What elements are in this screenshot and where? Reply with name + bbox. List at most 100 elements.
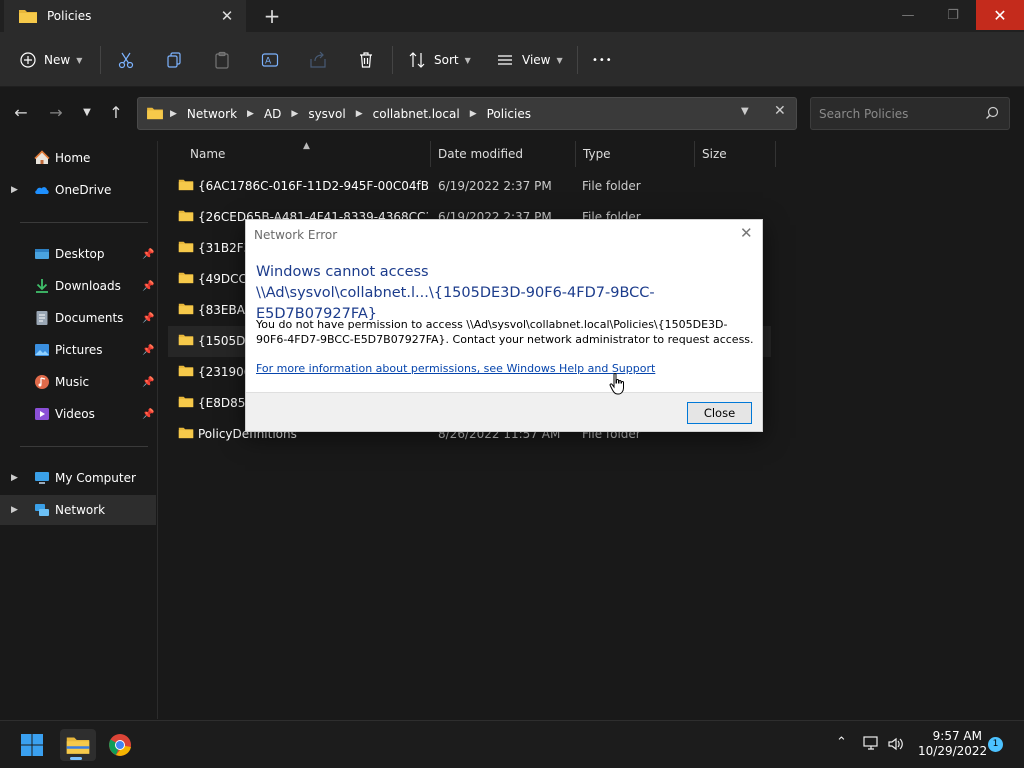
forward-button[interactable]: →	[45, 102, 67, 124]
chevron-down-icon: ▼	[76, 55, 83, 65]
sidebar-item-desktop[interactable]: Desktop 📌	[0, 239, 156, 269]
sidebar-item-pictures[interactable]: Pictures 📌	[0, 335, 156, 365]
new-tab-button[interactable]: +	[262, 6, 282, 26]
sidebar-item-label: Desktop	[55, 247, 105, 261]
tab-title: Policies	[47, 9, 92, 23]
sidebar-item-label: Downloads	[55, 279, 121, 293]
tab-policies[interactable]: Policies ✕	[4, 0, 246, 32]
pin-icon: 📌	[142, 408, 155, 420]
search-box[interactable]	[810, 97, 1010, 130]
file-explorer-taskbar-button[interactable]	[60, 729, 96, 761]
breadcrumb-policies[interactable]: Policies	[487, 107, 531, 121]
column-header-date[interactable]: Date modified	[432, 141, 576, 167]
sort-label: Sort	[434, 53, 459, 67]
breadcrumb-network[interactable]: Network	[187, 107, 237, 121]
chevron-down-icon: ▼	[556, 55, 563, 65]
hand-cursor-icon	[609, 372, 624, 395]
document-icon	[36, 311, 48, 325]
desktop-icon	[35, 249, 49, 259]
onedrive-icon	[35, 187, 49, 194]
rename-button[interactable]: A	[261, 46, 279, 74]
dialog-close-icon[interactable]: ✕	[740, 224, 753, 242]
address-history-chevron-icon[interactable]: ▼	[741, 106, 749, 117]
windows-logo-icon	[21, 734, 43, 756]
sidebar-item-label: Home	[55, 151, 91, 165]
breadcrumb-collabnet[interactable]: collabnet.local	[373, 107, 460, 121]
column-header-size[interactable]: Size	[696, 141, 776, 167]
new-button[interactable]: New ▼	[20, 46, 82, 74]
file-name: {6AC1786C-016F-11D2-945F-00C04fB984...	[198, 179, 428, 193]
delete-button[interactable]	[357, 46, 375, 74]
column-header-type[interactable]: Type	[577, 141, 695, 167]
breadcrumb: ▶ Network ▶ AD ▶ sysvol ▶ collabnet.loca…	[170, 98, 531, 129]
view-button[interactable]: View ▼	[496, 46, 563, 74]
maximize-button[interactable]: ❐	[930, 0, 976, 30]
sidebar-item-label: Documents	[55, 311, 124, 325]
column-header-label: Type	[583, 147, 611, 161]
cut-button[interactable]	[117, 46, 135, 74]
share-button[interactable]	[309, 46, 327, 74]
dialog-heading: Windows cannot access \\Ad\sysvol\collab…	[256, 262, 756, 325]
chrome-icon	[109, 734, 131, 756]
dialog-message: You do not have permission to access \\A…	[256, 318, 754, 346]
sidebar-item-home[interactable]: Home	[0, 143, 156, 173]
address-clear-icon[interactable]: ✕	[774, 103, 786, 119]
music-icon	[35, 375, 49, 389]
sort-ascending-icon: ▲	[303, 141, 310, 151]
title-bar: Policies ✕ + — ❐ ✕	[0, 0, 1024, 32]
folder-icon	[178, 210, 194, 222]
copy-button[interactable]	[165, 46, 183, 74]
breadcrumb-sysvol[interactable]: sysvol	[308, 107, 345, 121]
paste-button[interactable]	[213, 46, 231, 74]
back-button[interactable]: ←	[10, 102, 32, 124]
sidebar-item-label: OneDrive	[55, 183, 112, 197]
show-hidden-icons-chevron-icon[interactable]: ⌃	[836, 735, 847, 750]
sidebar-item-onedrive[interactable]: ▶ OneDrive	[0, 175, 156, 205]
column-header-label: Date modified	[438, 147, 524, 161]
volume-icon[interactable]	[887, 736, 905, 752]
sidebar-item-downloads[interactable]: Downloads 📌	[0, 271, 156, 301]
more-options-button[interactable]: •••	[592, 46, 613, 74]
start-button[interactable]	[16, 729, 48, 761]
toolbar-divider	[577, 46, 578, 74]
window-close-button[interactable]: ✕	[976, 0, 1024, 30]
system-clock[interactable]: 9:57 AM 10/29/2022	[918, 729, 987, 759]
address-bar[interactable]: ▶ Network ▶ AD ▶ sysvol ▶ collabnet.loca…	[137, 97, 797, 130]
chevron-right-icon[interactable]: ▶	[11, 473, 18, 483]
breadcrumb-ad[interactable]: AD	[264, 107, 281, 121]
sidebar-item-videos[interactable]: Videos 📌	[0, 399, 156, 429]
minimize-button[interactable]: —	[885, 0, 931, 30]
svg-text:A: A	[265, 57, 272, 67]
sidebar-item-label: Music	[55, 375, 90, 389]
chevron-right-icon[interactable]: ▶	[11, 505, 18, 515]
sidebar-item-label: Pictures	[55, 343, 103, 357]
sidebar-item-network[interactable]: ▶ Network	[0, 495, 156, 525]
sidebar-divider	[20, 222, 148, 223]
plus-circle-icon	[20, 52, 36, 68]
download-icon	[36, 279, 48, 293]
sidebar-item-label: Videos	[55, 407, 95, 421]
folder-icon	[178, 179, 194, 191]
sort-button[interactable]: Sort ▼	[408, 46, 471, 74]
search-input[interactable]	[811, 98, 981, 129]
close-button[interactable]: Close	[687, 402, 752, 424]
folder-icon	[66, 737, 90, 754]
scissors-icon	[118, 52, 134, 69]
folder-icon	[178, 334, 194, 346]
navigation-bar: ← → ▼ ↑ ▶ Network ▶ AD ▶ sysvol ▶ collab…	[0, 88, 1024, 140]
network-status-icon[interactable]	[862, 736, 880, 752]
up-button[interactable]: ↑	[105, 102, 127, 124]
sidebar-item-documents[interactable]: Documents 📌	[0, 303, 156, 333]
sidebar-item-my-computer[interactable]: ▶ My Computer	[0, 463, 156, 493]
pin-icon: 📌	[142, 312, 155, 324]
chevron-right-icon[interactable]: ▶	[11, 185, 18, 195]
help-link[interactable]: For more information about permissions, …	[256, 362, 655, 375]
sidebar-item-music[interactable]: Music 📌	[0, 367, 156, 397]
column-header-name[interactable]: Name	[168, 141, 431, 167]
tab-close-button[interactable]: ✕	[218, 7, 236, 25]
chrome-taskbar-button[interactable]	[104, 729, 136, 761]
chevron-right-icon: ▶	[247, 108, 254, 119]
notification-badge[interactable]: 1	[988, 737, 1003, 752]
recent-locations-button[interactable]: ▼	[76, 102, 98, 124]
table-row[interactable]: {6AC1786C-016F-11D2-945F-00C04fB984... 6…	[168, 171, 771, 202]
